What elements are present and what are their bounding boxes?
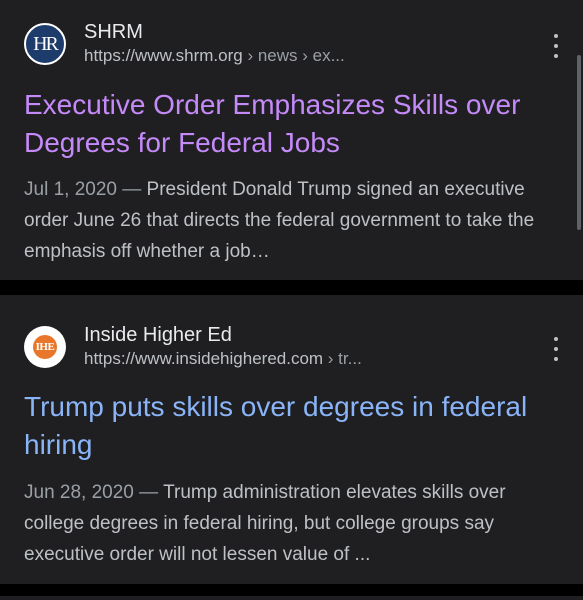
favicon-label: IHE <box>35 341 55 353</box>
result-date: Jul 1, 2020 <box>24 179 117 200</box>
url-base: https://www.shrm.org <box>84 46 243 65</box>
search-results-page: HR SHRM https://www.shrm.org › news › ex… <box>0 0 583 600</box>
ihe-logo-icon: IHE <box>24 326 66 368</box>
result-date: Jun 28, 2020 <box>24 482 134 503</box>
result-source[interactable]: IHE Inside Higher Ed https://www.insideh… <box>24 323 558 369</box>
result-title-link[interactable]: Trump puts skills over degrees in federa… <box>24 388 564 464</box>
result-source[interactable]: HR SHRM https://www.shrm.org › news › ex… <box>24 20 558 66</box>
search-result-card: IHE Inside Higher Ed https://www.insideh… <box>0 295 583 584</box>
more-options-icon[interactable] <box>550 34 562 58</box>
site-url: https://www.shrm.org › news › ex... <box>84 46 345 66</box>
snippet-separator: — <box>116 179 147 200</box>
search-result-card: HR SHRM https://www.shrm.org › news › ex… <box>0 0 583 280</box>
url-base: https://www.insidehighered.com <box>84 349 324 368</box>
more-options-icon[interactable] <box>550 337 562 361</box>
url-breadcrumbs: › news › ex... <box>242 46 345 65</box>
site-name: SHRM <box>84 21 143 43</box>
hr-logo-icon: HR <box>24 23 66 65</box>
scrollbar[interactable] <box>577 55 581 230</box>
result-snippet: Jun 28, 2020 — Trump administration elev… <box>24 477 559 570</box>
next-result-card-edge <box>0 596 583 600</box>
url-breadcrumbs: › tr... <box>323 349 362 368</box>
site-url: https://www.insidehighered.com › tr... <box>84 349 362 369</box>
result-title-link[interactable]: Executive Order Emphasizes Skills over D… <box>24 86 564 162</box>
result-snippet: Jul 1, 2020 — President Donald Trump sig… <box>24 174 559 267</box>
favicon-label: HR <box>33 32 59 55</box>
site-name: Inside Higher Ed <box>84 324 232 346</box>
snippet-separator: — <box>133 482 164 503</box>
